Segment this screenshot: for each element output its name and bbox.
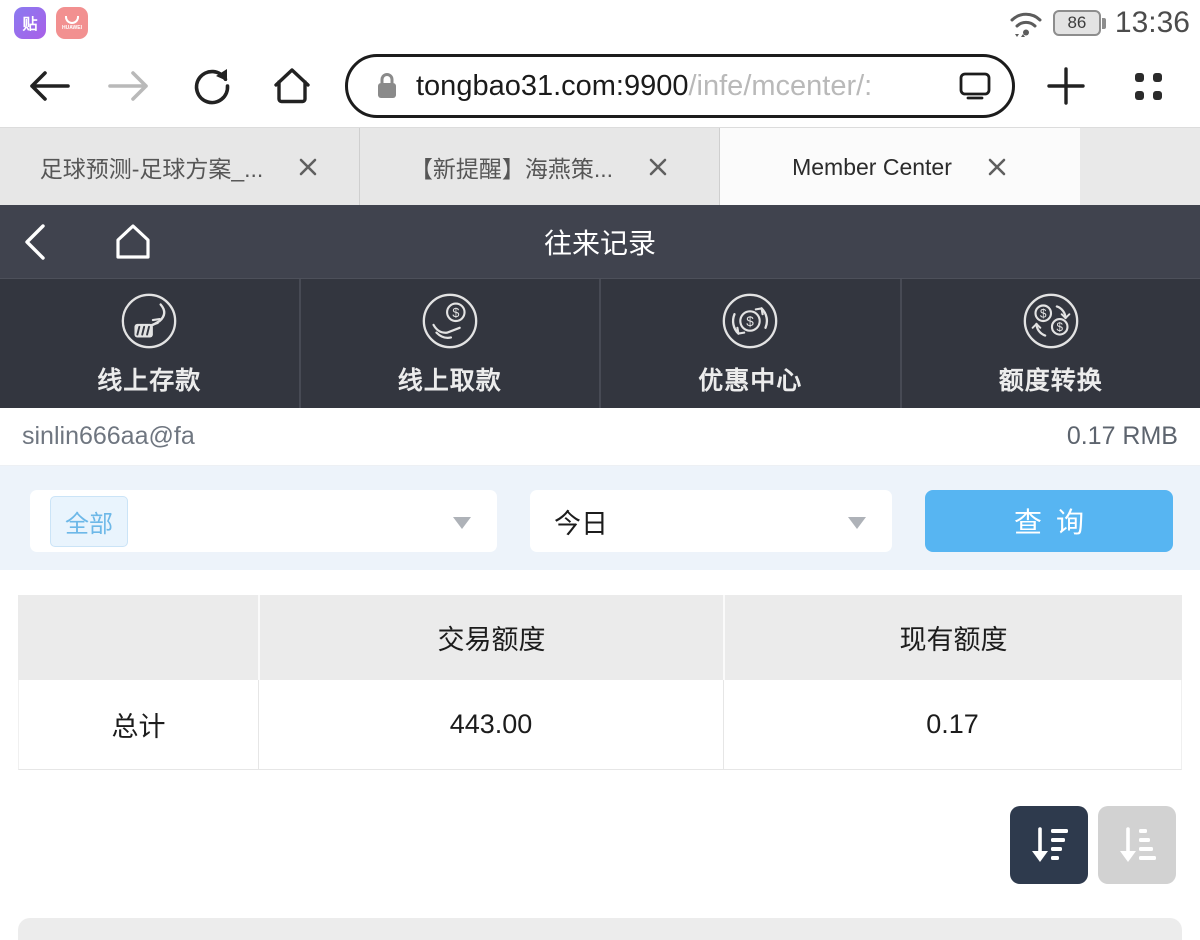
tab-title: 足球预测-足球方案_...	[40, 150, 264, 184]
close-icon[interactable]	[986, 156, 1008, 178]
nav-home-button[interactable]	[98, 205, 168, 278]
url-path: /infe/mcenter/:	[689, 70, 873, 102]
forward-button[interactable]	[104, 60, 156, 112]
header-cell-blank	[18, 595, 258, 680]
sort-ascending-button[interactable]	[1098, 806, 1176, 884]
nav-back-button[interactable]	[0, 205, 70, 278]
huawei-appgallery-icon: HUAWEI	[56, 7, 88, 39]
deposit-icon	[118, 290, 180, 352]
quota-transfer-icon: $ $	[1020, 290, 1082, 352]
sort-descending-icon	[1026, 822, 1072, 868]
url-host: tongbao31.com:9900	[416, 70, 689, 102]
svg-text:$: $	[452, 306, 459, 320]
bag-smile-icon	[65, 16, 79, 24]
refresh-button[interactable]	[186, 60, 238, 112]
svg-text:$: $	[746, 314, 754, 329]
tab-title: 【新提醒】海燕策...	[410, 150, 613, 184]
date-select[interactable]: 今日	[530, 490, 892, 552]
query-button[interactable]: 查询	[925, 490, 1173, 552]
page-navbar: 往来记录	[0, 205, 1200, 278]
svg-text:$: $	[1040, 308, 1047, 321]
tab-haiyan-notice[interactable]: 【新提醒】海燕策...	[360, 128, 720, 206]
menu-label: 线上存款	[97, 361, 201, 397]
summary-table: 交易额度 现有额度 总计 443.00 0.17	[18, 595, 1182, 770]
desktop-mode-icon[interactable]	[958, 71, 992, 101]
tab-football-forecast[interactable]: 足球预测-足球方案_...	[0, 128, 360, 206]
close-icon[interactable]	[647, 156, 669, 178]
header-cell-transaction-amount: 交易额度	[258, 595, 723, 680]
record-list-item-partial	[18, 918, 1182, 940]
battery-indicator: 86	[1053, 10, 1101, 36]
chevron-left-icon	[18, 220, 52, 264]
svg-text:$: $	[1056, 321, 1063, 334]
table-header-row: 交易额度 现有额度	[18, 595, 1182, 680]
back-arrow-icon	[24, 66, 72, 106]
home-icon	[267, 63, 317, 109]
tabstrip-filler	[1080, 128, 1200, 205]
account-row: sinlin666aa@fa 0.17 RMB	[0, 408, 1200, 466]
quick-menu: 线上存款 $ 线上取款 $ 优惠中心	[0, 278, 1200, 408]
forward-arrow-icon	[106, 66, 154, 106]
menu-label: 线上取款	[398, 361, 502, 397]
menu-item-deposit[interactable]: 线上存款	[0, 279, 301, 408]
header-cell-current-amount: 现有额度	[723, 595, 1182, 680]
lock-icon	[374, 71, 400, 101]
battery-percent: 86	[1067, 13, 1086, 33]
tieba-app-icon: 贴	[14, 7, 46, 39]
plus-icon	[1045, 65, 1087, 107]
cell-total-label: 总计	[18, 680, 258, 770]
account-balance: 0.17 RMB	[1067, 422, 1178, 451]
multi-window-icon	[1135, 73, 1162, 100]
close-icon[interactable]	[297, 156, 319, 178]
wifi-icon	[1007, 7, 1045, 39]
tab-title: Member Center	[792, 154, 952, 181]
account-username: sinlin666aa@fa	[22, 422, 195, 451]
tieba-app-label: 贴	[22, 13, 37, 34]
menu-item-quota-transfer[interactable]: $ $ 额度转换	[902, 279, 1200, 408]
withdraw-icon: $	[419, 290, 481, 352]
sort-descending-button[interactable]	[1010, 806, 1088, 884]
filter-section: 全部 今日 查询	[0, 466, 1200, 570]
cell-current-amount: 0.17	[723, 680, 1182, 770]
type-selected-chip[interactable]: 全部	[50, 496, 128, 547]
url-text: tongbao31.com:9900/infe/mcenter/:	[416, 70, 958, 103]
tab-member-center[interactable]: Member Center	[720, 128, 1080, 206]
date-selected-value: 今日	[554, 502, 608, 541]
home-button[interactable]	[266, 60, 318, 112]
sort-ascending-icon	[1114, 822, 1160, 868]
menu-label: 额度转换	[999, 361, 1103, 397]
browser-toolbar: tongbao31.com:9900/infe/mcenter/:	[0, 48, 1200, 127]
menu-item-promo-center[interactable]: $ 优惠中心	[601, 279, 902, 408]
page-title: 往来记录	[0, 222, 1200, 262]
promo-center-icon: $	[719, 290, 781, 352]
cell-transaction-amount: 443.00	[258, 680, 723, 770]
refresh-icon	[189, 63, 235, 109]
home-outline-icon	[108, 218, 158, 266]
screen: 贴 HUAWEI 86 13:36	[0, 0, 1200, 940]
tab-switcher-button[interactable]	[1122, 60, 1174, 112]
url-bar[interactable]: tongbao31.com:9900/infe/mcenter/:	[345, 54, 1015, 118]
table-row: 总计 443.00 0.17	[18, 680, 1182, 770]
notification-app-icons: 贴 HUAWEI	[14, 7, 88, 39]
clock: 13:36	[1115, 6, 1190, 40]
status-bar: 贴 HUAWEI 86 13:36	[0, 0, 1200, 48]
chevron-down-icon	[848, 517, 866, 529]
tab-strip: 足球预测-足球方案_... 【新提醒】海燕策... Member Center	[0, 127, 1200, 205]
menu-label: 优惠中心	[698, 361, 802, 397]
back-button[interactable]	[22, 60, 74, 112]
huawei-app-label: HUAWEI	[62, 26, 82, 31]
menu-item-withdraw[interactable]: $ 线上取款	[301, 279, 602, 408]
chevron-down-icon	[453, 517, 471, 529]
type-select[interactable]: 全部	[30, 490, 497, 552]
new-tab-button[interactable]	[1040, 60, 1092, 112]
